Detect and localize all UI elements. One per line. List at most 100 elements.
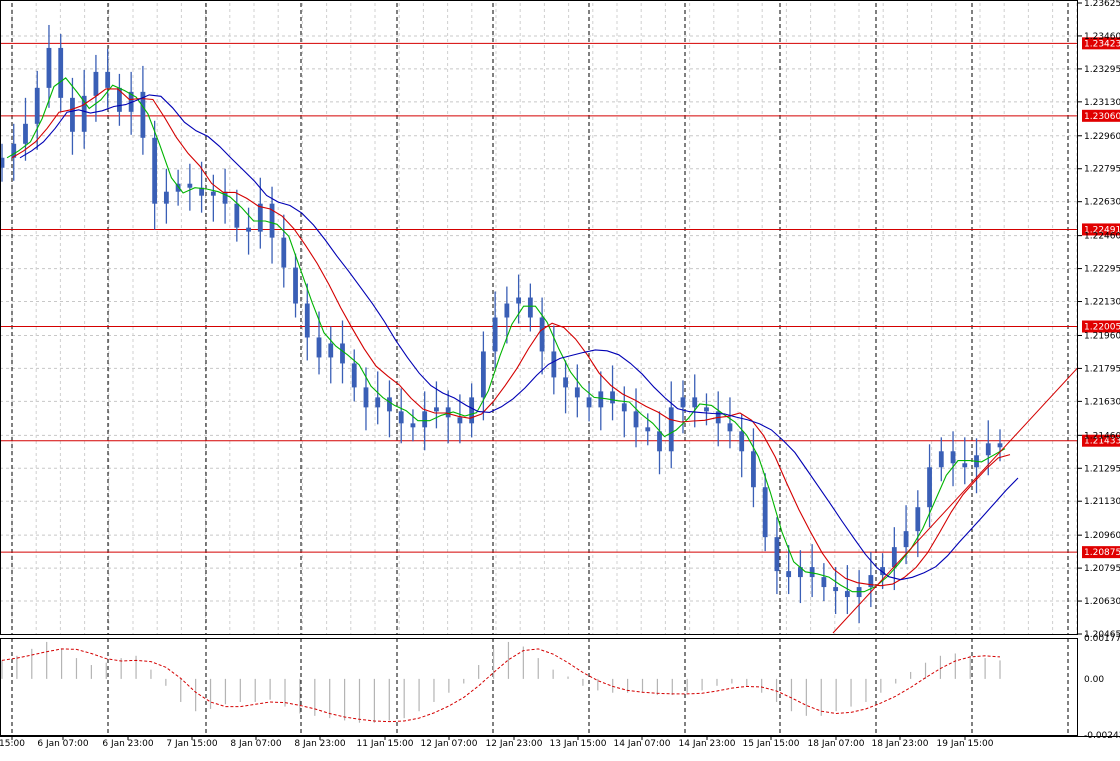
candle-body bbox=[445, 407, 451, 418]
x-tick-label: 8 Jan 07:00 bbox=[230, 739, 282, 749]
y-tick-label: 1.20795 bbox=[1084, 564, 1120, 574]
candle-body bbox=[633, 411, 639, 428]
candle-body bbox=[962, 463, 968, 468]
candle-body bbox=[598, 391, 604, 408]
osc-y-tick-label: 0.00 bbox=[1084, 675, 1104, 685]
candle-body bbox=[833, 587, 839, 592]
candle-body bbox=[504, 303, 510, 318]
y-tick-label: 1.22460 bbox=[1084, 232, 1120, 242]
y-tick-label: 1.21960 bbox=[1084, 331, 1120, 341]
candle-body bbox=[434, 407, 439, 412]
candle-body bbox=[621, 403, 627, 412]
candle-body bbox=[93, 71, 99, 96]
y-tick-label: 1.22960 bbox=[1084, 132, 1120, 142]
y-tick-label: 1.21795 bbox=[1084, 364, 1120, 374]
oscillator-frame bbox=[0, 638, 1078, 736]
candle-body bbox=[398, 411, 404, 424]
candle-body bbox=[163, 191, 169, 204]
candle-body bbox=[739, 431, 745, 452]
candle-body bbox=[527, 297, 533, 318]
candle-body bbox=[210, 191, 216, 196]
candle-body bbox=[70, 97, 75, 132]
candle-body bbox=[657, 431, 662, 452]
candle-body bbox=[492, 317, 498, 352]
candle-body bbox=[774, 537, 780, 572]
x-tick-label: 13 Jan 15:00 bbox=[550, 739, 607, 749]
y-tick-label: 1.20960 bbox=[1084, 531, 1120, 541]
x-tick-label: 12 Jan 07:00 bbox=[421, 739, 478, 749]
x-tick-label: 18 Jan 23:00 bbox=[872, 739, 929, 749]
osc-y-tick-label: -0.00243 bbox=[1084, 731, 1120, 741]
candle-body bbox=[927, 467, 932, 508]
candle-body bbox=[293, 267, 298, 304]
y-tick-label: 1.23460 bbox=[1084, 32, 1120, 42]
candle-body bbox=[46, 47, 52, 88]
y-tick-label: 1.21130 bbox=[1084, 497, 1120, 507]
candle-body bbox=[574, 387, 580, 398]
moving-average-ma-slow bbox=[19, 94, 1019, 581]
candle-body bbox=[281, 237, 287, 268]
x-tick-label: 12 Jan 23:00 bbox=[486, 739, 543, 749]
x-tick-label: 15:00 bbox=[0, 739, 25, 749]
x-tick-label: 6 Jan 07:00 bbox=[37, 739, 89, 749]
candle-body bbox=[351, 363, 357, 388]
candle-body bbox=[821, 577, 827, 588]
candle-body bbox=[586, 397, 592, 408]
candle-body bbox=[480, 351, 486, 398]
y-tick-label: 1.21295 bbox=[1084, 464, 1120, 474]
candle-body bbox=[786, 571, 792, 578]
y-tick-label: 1.23625 bbox=[1084, 0, 1120, 9]
y-tick-label: 1.22630 bbox=[1084, 198, 1120, 208]
candle-body bbox=[844, 591, 850, 598]
candle-body bbox=[563, 377, 568, 388]
x-tick-label: 7 Jan 15:00 bbox=[166, 739, 218, 749]
candle-body bbox=[105, 71, 111, 88]
candle-body bbox=[997, 443, 1003, 448]
candle-body bbox=[516, 297, 522, 304]
candle-body bbox=[751, 451, 756, 488]
candle-body bbox=[422, 411, 428, 428]
candle-body bbox=[375, 397, 381, 408]
candle-body bbox=[645, 427, 651, 432]
candle-body bbox=[704, 407, 709, 412]
chart-canvas[interactable]: 1.234231.230601.224911.220051.214331.208… bbox=[0, 0, 1120, 757]
candle-body bbox=[469, 397, 475, 424]
candle-body bbox=[58, 47, 64, 98]
candle-body bbox=[938, 451, 944, 468]
candle-body bbox=[915, 507, 921, 532]
y-tick-label: 1.21460 bbox=[1084, 431, 1120, 441]
x-tick-label: 18 Jan 07:00 bbox=[808, 739, 865, 749]
x-tick-label: 14 Jan 23:00 bbox=[679, 739, 736, 749]
forex-chart[interactable]: 1.23423 1.23060 1.22491 1.22005 1.21433 1.208… bbox=[0, 0, 1120, 757]
candle-body bbox=[457, 417, 463, 424]
oscillator-signal-line bbox=[1, 648, 1001, 723]
y-tick-label: 1.22295 bbox=[1084, 265, 1120, 275]
candle-body bbox=[539, 317, 545, 352]
candle-body bbox=[680, 397, 686, 408]
candle-body bbox=[316, 337, 322, 358]
candle-body bbox=[363, 387, 369, 408]
x-tick-label: 8 Jan 23:00 bbox=[294, 739, 346, 749]
candle-body bbox=[304, 303, 310, 338]
candle-body bbox=[551, 351, 557, 378]
candle-body bbox=[23, 123, 28, 144]
x-tick-label: 11 Jan 15:00 bbox=[357, 739, 414, 749]
candle-body bbox=[328, 343, 334, 358]
candle-body bbox=[762, 487, 768, 538]
x-tick-label: 14 Jan 07:00 bbox=[614, 739, 671, 749]
y-tick-label: 1.23130 bbox=[1084, 98, 1120, 108]
candle-body bbox=[34, 87, 40, 124]
x-tick-label: 15 Jan 15:00 bbox=[743, 739, 800, 749]
candle-body bbox=[727, 423, 733, 432]
osc-y-tick-label: 0.00177 bbox=[1084, 634, 1120, 644]
price-tag-text: 1.23060 bbox=[1084, 112, 1120, 122]
candle-body bbox=[950, 451, 956, 464]
candle-body bbox=[187, 183, 193, 188]
candle-body bbox=[903, 531, 909, 548]
y-tick-label: 1.20630 bbox=[1084, 597, 1120, 607]
candle-body bbox=[340, 343, 345, 364]
price-tag-text: 1.20875 bbox=[1084, 548, 1120, 558]
x-tick-label: 19 Jan 15:00 bbox=[937, 739, 994, 749]
candle-body bbox=[246, 227, 251, 232]
candle-body bbox=[668, 407, 674, 452]
